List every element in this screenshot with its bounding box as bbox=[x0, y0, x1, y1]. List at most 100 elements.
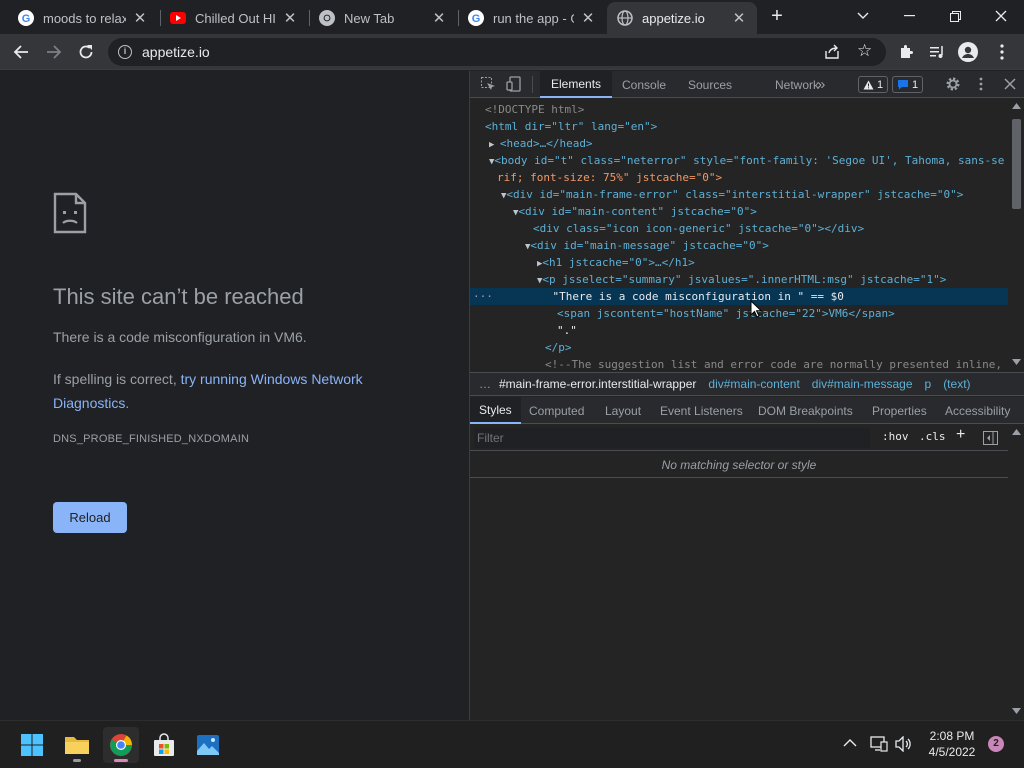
breadcrumb-main-message[interactable]: div#main-message bbox=[812, 377, 913, 391]
share-icon[interactable] bbox=[824, 44, 840, 65]
tab-search-button[interactable] bbox=[840, 0, 886, 32]
media-control-icon[interactable] bbox=[927, 42, 947, 62]
photos-button[interactable] bbox=[190, 727, 226, 763]
dom-tree[interactable]: <!DOCTYPE html> <html dir="ltr" lang="en… bbox=[470, 99, 1008, 371]
reload-page-button[interactable]: Reload bbox=[53, 502, 127, 533]
close-window-button[interactable] bbox=[978, 0, 1024, 32]
breadcrumb-main-content[interactable]: div#main-content bbox=[708, 377, 799, 391]
breadcrumb-main-frame-error[interactable]: #main-frame-error.interstitial-wrapper bbox=[499, 377, 696, 391]
dom-line-body-cont[interactable]: rif; font-size: 75%" jstcache="0"> bbox=[470, 169, 1008, 186]
dom-line-p-close[interactable]: </p> bbox=[470, 339, 1008, 356]
dom-line-icon[interactable]: <div class="icon icon-generic" jstcache=… bbox=[470, 220, 1008, 237]
breadcrumb-text[interactable]: (text) bbox=[943, 377, 970, 391]
filter-input[interactable] bbox=[474, 428, 870, 448]
dom-line-period[interactable]: "." bbox=[470, 322, 1008, 339]
profile-avatar[interactable] bbox=[958, 42, 978, 62]
scroll-down-icon bbox=[1012, 708, 1021, 714]
tab-title: Chilled Out HIP bbox=[195, 10, 276, 26]
info-icon[interactable]: i bbox=[118, 45, 132, 59]
minimize-button[interactable] bbox=[886, 0, 932, 32]
close-icon[interactable]: ✕ bbox=[731, 9, 747, 27]
forward-button[interactable] bbox=[42, 40, 66, 64]
running-indicator bbox=[73, 759, 81, 762]
close-icon[interactable] bbox=[1002, 76, 1018, 92]
cls-toggle[interactable]: .cls bbox=[919, 430, 946, 443]
dom-line-html[interactable]: <html dir="ltr" lang="en"> bbox=[470, 118, 1008, 135]
tab-properties[interactable]: Properties bbox=[863, 397, 936, 424]
no-matching-styles: No matching selector or style bbox=[470, 452, 1008, 478]
address-bar[interactable]: i appetize.io ☆ bbox=[108, 38, 886, 66]
dom-line-span[interactable]: <span jscontent="hostName" jstcache="22"… bbox=[470, 305, 1008, 322]
dom-scrollbar[interactable] bbox=[1008, 99, 1024, 371]
tab-appetize[interactable]: appetize.io ✕ bbox=[607, 2, 757, 34]
messages-badge[interactable]: 1 bbox=[892, 76, 924, 93]
store-button[interactable] bbox=[146, 727, 182, 763]
tab-run-the-app[interactable]: G run the app - Go ✕ bbox=[458, 2, 606, 34]
volume-icon[interactable] bbox=[895, 735, 913, 755]
tab-elements[interactable]: Elements bbox=[540, 71, 613, 98]
divider bbox=[532, 76, 533, 93]
dom-line-body[interactable]: ▼<body id="t" class="neterror" style="fo… bbox=[470, 152, 1008, 169]
message-icon bbox=[898, 80, 908, 90]
close-icon[interactable]: ✕ bbox=[132, 9, 148, 27]
close-icon[interactable]: ✕ bbox=[431, 9, 447, 27]
restore-button[interactable] bbox=[932, 0, 978, 32]
page-content: This site can’t be reached There is a co… bbox=[0, 71, 469, 720]
tab-title: appetize.io bbox=[642, 10, 705, 26]
new-tab-button[interactable]: + bbox=[766, 5, 788, 27]
dom-line-head[interactable]: ▶ <head>…</head> bbox=[470, 135, 1008, 152]
toggle-sidebar-icon[interactable] bbox=[983, 431, 998, 445]
tab-console[interactable]: Console bbox=[611, 71, 677, 98]
tab-moods-to-relax[interactable]: G moods to relaxa ✕ bbox=[8, 2, 158, 34]
notification-badge[interactable]: 2 bbox=[988, 736, 1004, 752]
file-explorer-button[interactable] bbox=[59, 727, 95, 763]
start-button[interactable] bbox=[14, 727, 50, 763]
tab-layout[interactable]: Layout bbox=[596, 397, 650, 424]
dom-line-main-frame-error[interactable]: ▼<div id="main-frame-error" class="inter… bbox=[470, 186, 1008, 203]
inspect-element-icon[interactable] bbox=[480, 76, 496, 92]
close-icon[interactable]: ✕ bbox=[580, 9, 596, 27]
tab-new-tab[interactable]: New Tab ✕ bbox=[309, 2, 457, 34]
extensions-icon[interactable] bbox=[896, 42, 916, 62]
google-icon: G bbox=[18, 10, 34, 26]
chrome-taskbar-button[interactable] bbox=[103, 727, 139, 763]
breadcrumb-p[interactable]: p bbox=[925, 377, 932, 391]
address-text[interactable]: appetize.io bbox=[142, 44, 210, 60]
kebab-menu-icon[interactable] bbox=[973, 76, 989, 92]
styles-scrollbar[interactable] bbox=[1008, 425, 1024, 720]
devtools-tabbar: Elements Console Sources Network » 1 1 bbox=[470, 71, 1024, 98]
breadcrumb-more[interactable]: … bbox=[479, 377, 491, 391]
scrollbar-thumb[interactable] bbox=[1012, 119, 1021, 209]
tray-overflow-icon[interactable] bbox=[843, 735, 857, 750]
more-tabs-button[interactable]: » bbox=[806, 71, 836, 98]
dom-line-doctype[interactable]: <!DOCTYPE html> bbox=[470, 101, 1008, 118]
person-icon bbox=[958, 42, 978, 62]
tab-accessibility[interactable]: Accessibility bbox=[936, 397, 1019, 424]
tab-dom-breakpoints[interactable]: DOM Breakpoints bbox=[749, 397, 862, 424]
warnings-badge[interactable]: 1 bbox=[858, 76, 889, 93]
menu-icon[interactable] bbox=[992, 42, 1012, 62]
dom-line-p[interactable]: ▼<p jsselect="summary" jsvalues=".innerH… bbox=[470, 271, 1008, 288]
network-icon[interactable] bbox=[870, 736, 888, 755]
star-icon[interactable]: ☆ bbox=[857, 41, 872, 61]
dom-line-main-content[interactable]: ▼<div id="main-content" jstcache="0"> bbox=[470, 203, 1008, 220]
tab-computed[interactable]: Computed bbox=[520, 397, 593, 424]
dom-line-selected-text[interactable]: ··· "There is a code misconfiguration in… bbox=[470, 288, 1008, 305]
gear-icon[interactable] bbox=[945, 76, 961, 92]
dom-line-main-message[interactable]: ▼<div id="main-message" jstcache="0"> bbox=[470, 237, 1008, 254]
error-suggestion: If spelling is correct, try running Wind… bbox=[53, 367, 433, 415]
tab-event-listeners[interactable]: Event Listeners bbox=[651, 397, 752, 424]
globe-icon bbox=[617, 10, 633, 26]
tab-chilled-out[interactable]: Chilled Out HIP ✕ bbox=[160, 2, 308, 34]
reload-button[interactable] bbox=[74, 40, 98, 64]
dom-line-h1[interactable]: ▶<h1 jstcache="0">…</h1> bbox=[470, 254, 1008, 271]
dom-line-comment[interactable]: <!--The suggestion list and error code a… bbox=[470, 356, 1008, 371]
device-toolbar-icon[interactable] bbox=[506, 76, 522, 92]
tab-styles[interactable]: Styles bbox=[470, 397, 521, 424]
clock[interactable]: 2:08 PM 4/5/2022 bbox=[920, 728, 984, 760]
new-style-rule-icon[interactable]: + bbox=[956, 426, 965, 444]
back-button[interactable] bbox=[9, 40, 33, 64]
hov-toggle[interactable]: :hov bbox=[882, 430, 909, 443]
tab-sources[interactable]: Sources bbox=[677, 71, 743, 98]
close-icon[interactable]: ✕ bbox=[282, 9, 298, 27]
